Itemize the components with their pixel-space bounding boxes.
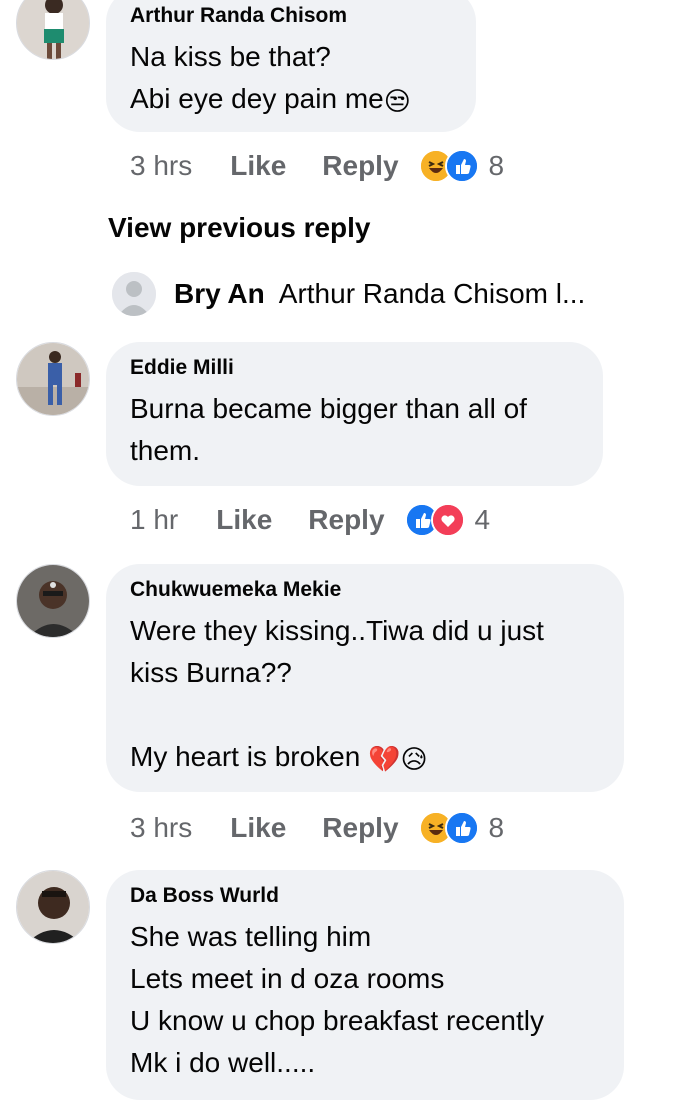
reply-button[interactable]: Reply [322, 150, 398, 182]
comment-bubble: Chukwuemeka Mekie Were they kissing..Tiw… [106, 564, 624, 792]
reactions[interactable] [418, 149, 479, 183]
reactions[interactable] [418, 811, 479, 845]
reply-button[interactable]: Reply [322, 812, 398, 844]
reactions[interactable] [404, 503, 465, 537]
like-button[interactable]: Like [216, 504, 272, 536]
comment-time[interactable]: 3 hrs [130, 812, 192, 844]
reaction-count[interactable]: 8 [489, 812, 505, 844]
comment-text: Na kiss be that? Abi eye dey pain me😒 [130, 36, 454, 122]
reply-author[interactable]: Bry An [174, 278, 265, 310]
avatar[interactable] [16, 0, 90, 60]
like-icon [444, 149, 479, 183]
like-button[interactable]: Like [230, 812, 286, 844]
love-icon [430, 503, 465, 537]
comment-text: Were they kissing..Tiwa did u just kiss … [130, 610, 602, 780]
reaction-count[interactable]: 4 [475, 504, 491, 536]
comment-actions: 1 hr Like Reply 4 [130, 500, 490, 540]
reply-button[interactable]: Reply [308, 504, 384, 536]
comment-bubble: Eddie Milli Burna became bigger than all… [106, 342, 603, 486]
reply-text: Arthur Randa Chisom l... [278, 278, 586, 309]
comment-author[interactable]: Eddie Milli [130, 356, 581, 380]
avatar[interactable] [16, 870, 90, 944]
comment-bubble: Arthur Randa Chisom Na kiss be that? Abi… [106, 0, 476, 132]
like-icon [444, 811, 479, 845]
reply-preview[interactable]: Bry An Arthur Randa Chisom l... [112, 272, 585, 316]
avatar[interactable] [16, 342, 90, 416]
comment-author[interactable]: Chukwuemeka Mekie [130, 578, 602, 602]
unamused-emoji-icon: 😒 [383, 85, 411, 116]
comment-time[interactable]: 3 hrs [130, 150, 192, 182]
comment-bubble: Da Boss Wurld She was telling him Lets m… [106, 870, 624, 1100]
avatar[interactable] [16, 564, 90, 638]
comment-actions: 3 hrs Like Reply 8 [130, 146, 504, 186]
comment-time[interactable]: 1 hr [130, 504, 178, 536]
like-button[interactable]: Like [230, 150, 286, 182]
comment-author[interactable]: Arthur Randa Chisom [130, 4, 454, 28]
reaction-count[interactable]: 8 [489, 150, 505, 182]
comment-actions: 3 hrs Like Reply 8 [130, 808, 504, 848]
avatar[interactable] [112, 272, 156, 316]
broken-heart-crying-emoji-icon: 💔😥 [368, 743, 428, 774]
comment-text: Burna became bigger than all of them. [130, 393, 527, 466]
comment-text: She was telling him Lets meet in d oza r… [130, 921, 544, 1078]
comment-author[interactable]: Da Boss Wurld [130, 884, 602, 908]
view-previous-reply-link[interactable]: View previous reply [108, 212, 371, 244]
